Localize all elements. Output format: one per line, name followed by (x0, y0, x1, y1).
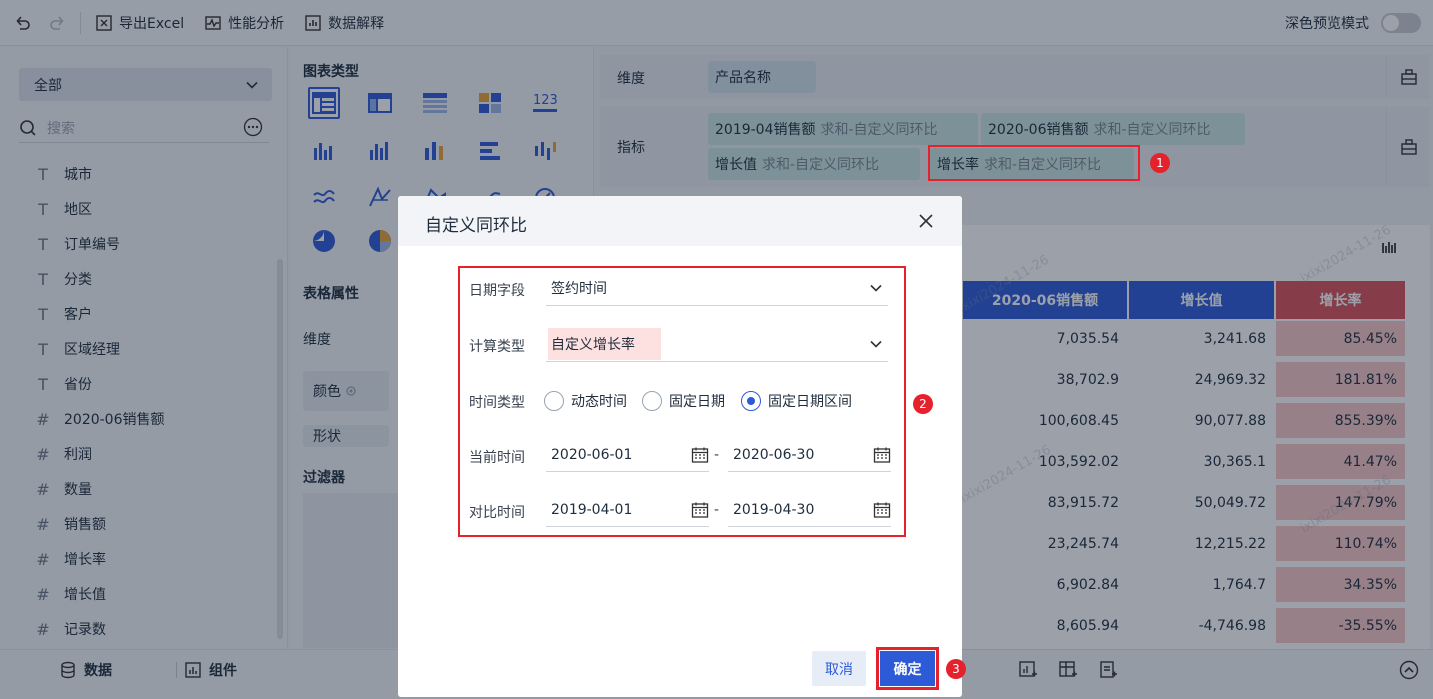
dialog-title: 自定义同环比 (425, 216, 527, 236)
calendar-icon[interactable] (873, 501, 891, 519)
calendar-icon[interactable] (691, 446, 709, 464)
compare-start-date[interactable]: 2019-04-01 (546, 493, 709, 527)
radio-circle[interactable] (642, 391, 662, 411)
date-value: 2020-06-30 (733, 446, 815, 463)
close-icon[interactable] (917, 212, 935, 230)
chevron-down-icon (868, 280, 884, 296)
calendar-icon[interactable] (691, 501, 709, 519)
compare-end-date[interactable]: 2019-04-30 (728, 493, 891, 527)
range-dash: - (714, 447, 720, 463)
calc-type-label: 计算类型 (469, 339, 525, 355)
radio-circle[interactable] (544, 391, 564, 411)
date-field-select[interactable]: 签约时间 (546, 271, 888, 306)
custom-period-compare-dialog: 自定义同环比 日期字段 签约时间 计算类型 自定义增长率 时间类型 动态时间 固… (398, 196, 966, 697)
current-time-label: 当前时间 (469, 450, 525, 466)
radio-label: 固定日期区间 (768, 394, 852, 410)
confirm-button[interactable]: 确定 (876, 647, 939, 690)
date-value: 2020-06-01 (551, 446, 633, 463)
radio-label: 动态时间 (571, 394, 627, 410)
radio-dynamic-time[interactable]: 动态时间 (544, 391, 627, 411)
cancel-button[interactable]: 取消 (812, 651, 866, 686)
calc-type-select[interactable]: 自定义增长率 (546, 327, 888, 362)
annotation-badge-1: 1 (1150, 153, 1170, 173)
current-end-date[interactable]: 2020-06-30 (728, 438, 891, 472)
range-dash: - (714, 502, 720, 518)
radio-fixed-date-range[interactable]: 固定日期区间 (741, 391, 852, 411)
date-field-label: 日期字段 (469, 283, 525, 299)
radio-circle-selected[interactable] (741, 391, 761, 411)
annotation-badge-2: 2 (913, 394, 933, 414)
app-window: 导出Excel 性能分析 数据解释 深色预览模式 全部 搜索 T 城市 T 地区 T 订单… (0, 0, 1433, 699)
compare-time-label: 对比时间 (469, 505, 525, 521)
radio-fixed-date[interactable]: 固定日期 (642, 391, 725, 411)
date-value: 2019-04-01 (551, 501, 633, 518)
chevron-down-icon (868, 336, 884, 352)
calc-type-value: 自定义增长率 (548, 328, 661, 360)
date-field-value: 签约时间 (551, 281, 607, 297)
annotation-box-1 (928, 145, 1140, 181)
radio-label: 固定日期 (669, 394, 725, 410)
calendar-icon[interactable] (873, 446, 891, 464)
time-type-label: 时间类型 (469, 395, 525, 411)
annotation-badge-3: 3 (946, 659, 966, 679)
current-start-date[interactable]: 2020-06-01 (546, 438, 709, 472)
date-value: 2019-04-30 (733, 501, 815, 518)
